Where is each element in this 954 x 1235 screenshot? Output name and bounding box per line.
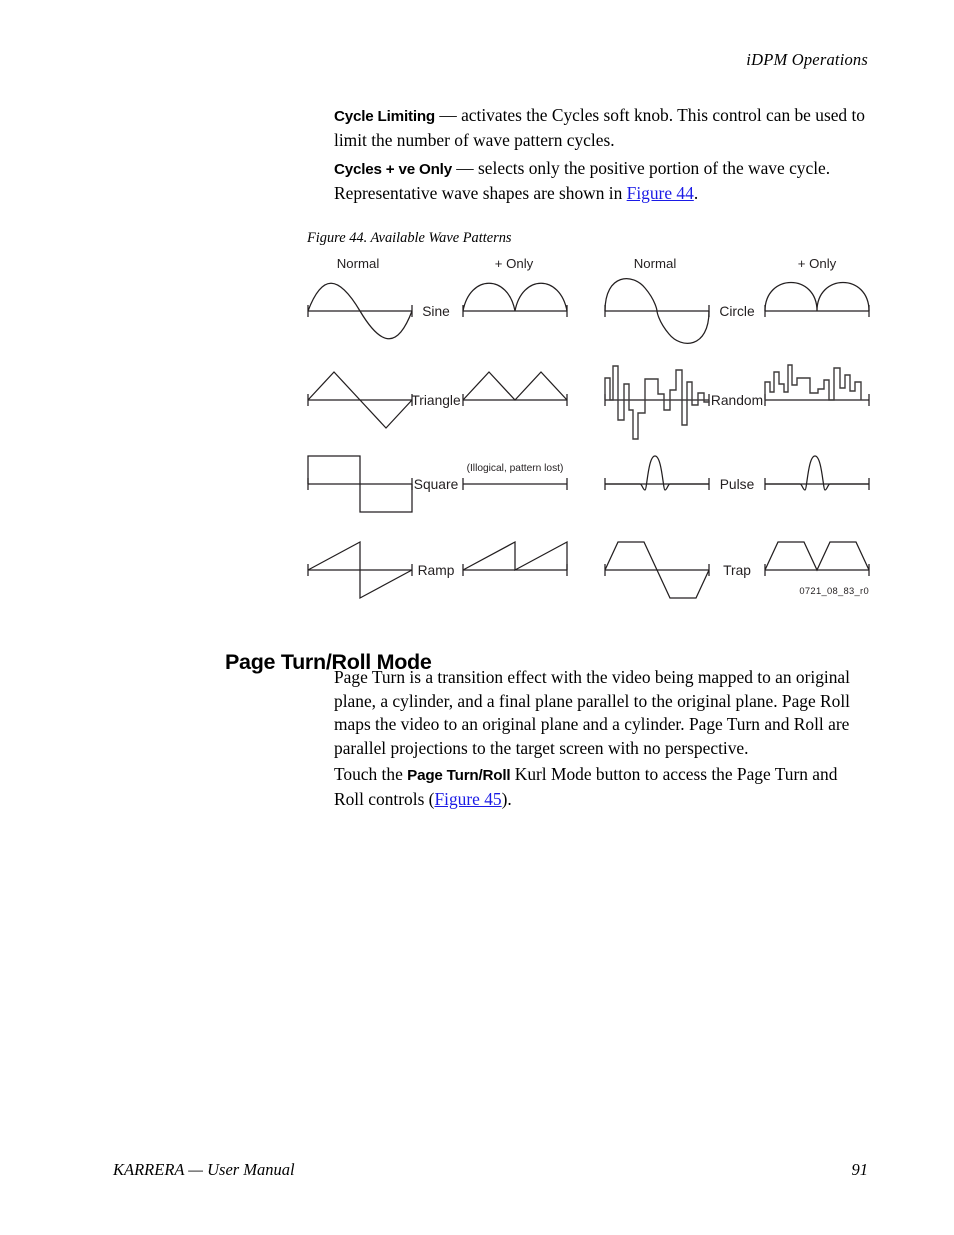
row-label-random: Random	[711, 393, 763, 408]
column-header-plus-only-left: + Only	[495, 256, 534, 271]
row-label-pulse: Pulse	[720, 477, 755, 492]
figure-available-wave-patterns: Normal + Only Normal + Only Sine Circle …	[300, 250, 880, 610]
term-cycle-limiting: Cycle Limiting	[334, 108, 435, 125]
paragraph-cycles-positive-only: Cycles + ve Only — selects only the posi…	[334, 157, 870, 205]
waveform-sine-normal	[307, 282, 413, 340]
link-figure-45[interactable]: Figure 45	[434, 789, 501, 809]
row-label-square: Square	[414, 477, 459, 492]
column-header-normal-left: Normal	[337, 256, 380, 271]
footer-manual-title: KARRERA — User Manual	[113, 1160, 295, 1179]
running-head: iDPM Operations	[746, 50, 868, 69]
waveform-random-normal	[604, 365, 710, 440]
footer-page-number: 91	[851, 1160, 869, 1179]
waveform-pulse-positive-only	[764, 455, 870, 491]
waveform-random-positive-only	[764, 364, 870, 406]
touch-prefix-text: Touch the	[334, 764, 408, 784]
paragraph-text: Page Turn is a transition effect with th…	[334, 667, 851, 758]
row-label-trap: Trap	[723, 563, 751, 578]
row-label-triangle: Triangle	[411, 393, 461, 408]
paragraph-text: Cycle Limiting — activates the Cycles so…	[334, 104, 870, 152]
paragraph-cycle-limiting: Cycle Limiting — activates the Cycles so…	[334, 104, 870, 152]
waveform-trap-positive-only	[764, 541, 870, 576]
waveform-pulse-normal	[604, 455, 710, 491]
row-label-circle: Circle	[719, 304, 755, 319]
figure-caption: Figure 44. Available Wave Patterns	[307, 230, 512, 246]
row-label-ramp: Ramp	[418, 563, 455, 578]
column-header-normal-right: Normal	[634, 256, 677, 271]
section-touch-paragraph: Touch the Page Turn/Roll Kurl Mode butto…	[334, 763, 870, 811]
paragraph-text: Cycles + ve Only — selects only the posi…	[334, 157, 870, 205]
term-page-turn-roll: Page Turn/Roll	[407, 767, 511, 784]
waveform-triangle-positive-only	[462, 371, 568, 406]
note-illogical-pattern-lost: (Illogical, pattern lost)	[467, 463, 564, 474]
link-figure-44[interactable]: Figure 44	[627, 183, 694, 203]
waveform-circle-normal	[604, 278, 710, 344]
waveform-sine-positive-only	[462, 282, 568, 317]
column-header-plus-only-right: + Only	[798, 256, 837, 271]
waveform-square-normal	[307, 455, 413, 513]
waveform-square-positive-only-illogical: (Illogical, pattern lost)	[462, 463, 568, 490]
section-body-paragraph: Page Turn is a transition effect with th…	[334, 666, 870, 760]
touch-suffix-text: ).	[501, 788, 512, 809]
figure-id-stamp: 0721_08_83_r0	[799, 585, 869, 596]
waveform-ramp-normal	[307, 540, 413, 600]
waveform-trap-normal	[604, 541, 710, 599]
row-label-sine: Sine	[422, 304, 450, 319]
term-cycles-positive-only: Cycles + ve Only	[334, 161, 452, 178]
paragraph-tail-text: .	[693, 182, 699, 203]
waveform-triangle-normal	[307, 371, 413, 429]
waveform-ramp-positive-only	[462, 540, 568, 576]
waveform-circle-positive-only	[764, 281, 870, 317]
paragraph-text: Touch the Page Turn/Roll Kurl Mode butto…	[334, 763, 870, 811]
